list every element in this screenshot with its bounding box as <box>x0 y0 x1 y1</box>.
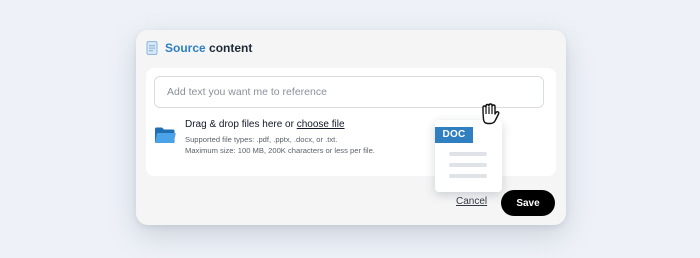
dragged-doc-file[interactable]: DOC <box>435 120 502 192</box>
doc-text-line <box>449 152 487 156</box>
supported-file-types: Supported file types: .pdf, .pptx, .docx… <box>185 135 338 144</box>
dropzone-main-text: Drag & drop files here or <box>185 119 297 130</box>
dialog-header: Source content <box>146 40 252 56</box>
dialog-title: Source content <box>165 41 252 55</box>
save-button[interactable]: Save <box>501 190 555 216</box>
dialog-title-accent: Source <box>165 41 206 55</box>
document-icon <box>146 41 158 55</box>
dropzone-instruction: Drag & drop files here or choose file <box>185 118 375 132</box>
doc-text-line <box>449 174 487 178</box>
choose-file-link[interactable]: choose file <box>297 119 345 130</box>
max-file-size: Maximum size: 100 MB, 200K characters or… <box>185 146 375 155</box>
grab-hand-icon <box>477 101 503 127</box>
doc-type-badge: DOC <box>435 127 473 143</box>
dialog-title-rest: content <box>205 41 253 55</box>
cancel-button[interactable]: Cancel <box>456 196 487 207</box>
doc-text-line <box>449 163 487 167</box>
file-dropzone[interactable]: Drag & drop files here or choose file Su… <box>154 118 454 163</box>
folder-icon <box>154 126 176 144</box>
dropzone-text: Drag & drop files here or choose file Su… <box>185 118 375 156</box>
